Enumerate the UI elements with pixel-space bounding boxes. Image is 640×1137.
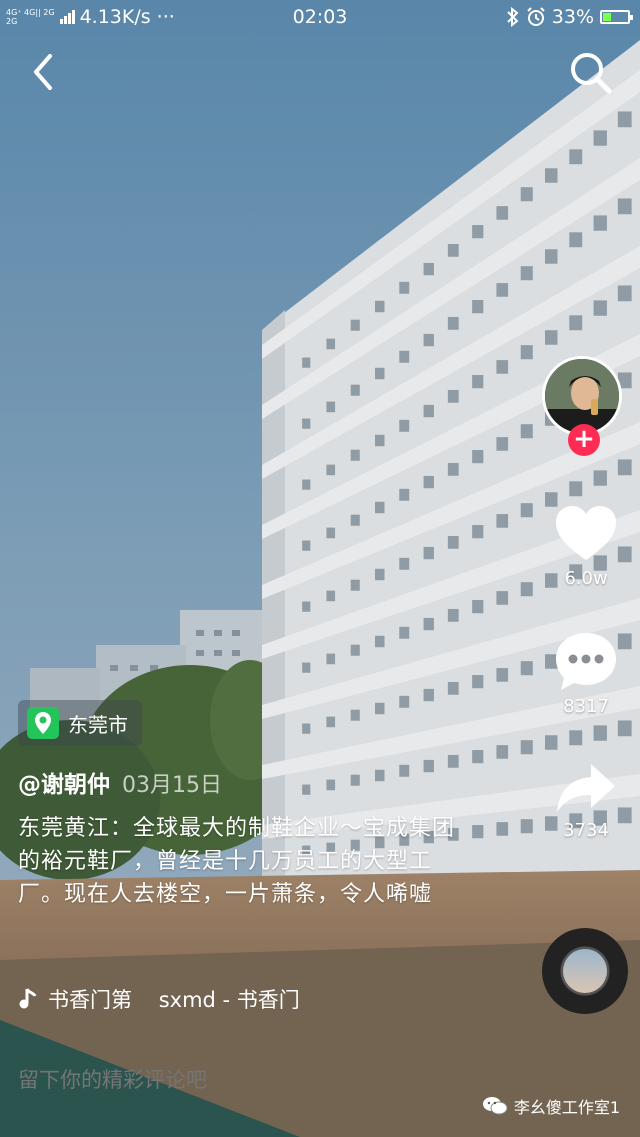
watermark-text: 李幺傻工作室1	[513, 1098, 620, 1117]
location-tag[interactable]: 东莞市	[18, 700, 142, 746]
location-pin-icon	[27, 707, 59, 739]
alarm-icon	[527, 7, 545, 26]
comment-count: 8317	[563, 696, 609, 717]
music-cover	[563, 949, 607, 993]
wechat-icon	[482, 1097, 508, 1115]
watermark: 李幺傻工作室1	[482, 1094, 620, 1118]
battery-level-fill	[603, 13, 611, 21]
search-icon	[571, 53, 612, 94]
heart-icon	[556, 506, 616, 560]
bluetooth-icon	[507, 7, 519, 27]
battery-icon	[600, 10, 633, 24]
back-button[interactable]	[24, 50, 64, 94]
author-avatar-group: +	[542, 356, 628, 456]
status-right-group: 33%	[506, 0, 633, 34]
share-count: 3734	[563, 820, 609, 841]
battery-percent: 33%	[551, 6, 594, 28]
search-button[interactable]	[568, 50, 614, 96]
post-date: 03月15日	[122, 773, 222, 798]
like-count: 6.0w	[564, 568, 608, 589]
music-title: 书香门第 sxmd - 书香门	[48, 988, 300, 1012]
music-disc-button[interactable]	[542, 928, 628, 1014]
post-caption: 东莞黄江：全球最大的制鞋企业～宝成集团的裕元鞋厂，曾经是十几万员工的大型工厂。现…	[18, 816, 456, 907]
music-row[interactable]: 书香门第 sxmd - 书香门	[18, 984, 300, 1014]
chevron-left-icon	[34, 54, 52, 90]
author-line: @谢朝仲 03月15日	[18, 765, 222, 799]
author-name[interactable]: @谢朝仲	[18, 765, 110, 799]
comment-bubble-icon	[556, 633, 616, 690]
like-button[interactable]: 6.0w	[546, 504, 626, 589]
music-note-icon	[19, 988, 37, 1009]
follow-button[interactable]: +	[568, 424, 600, 456]
share-button[interactable]: 3734	[546, 760, 626, 841]
status-bar: 4G⁺ 4G|| 2G 2G 4.13K/s ··· 02:03 33%	[0, 0, 640, 34]
comment-input[interactable]	[18, 1068, 398, 1092]
share-arrow-icon	[557, 764, 615, 812]
comment-button[interactable]: 8317	[546, 630, 626, 717]
location-name: 东莞市	[68, 712, 128, 737]
